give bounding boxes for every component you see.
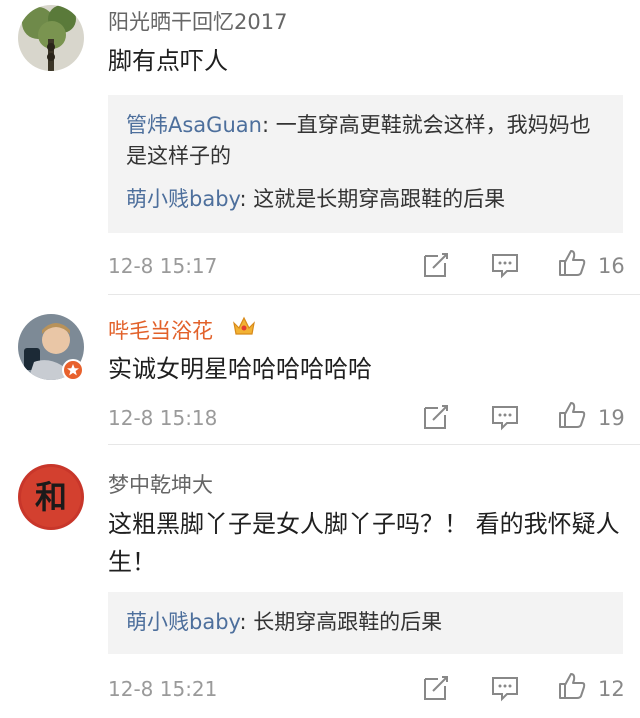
like-count: 19 bbox=[598, 406, 625, 430]
reply-username[interactable]: 萌小贱baby bbox=[126, 610, 239, 634]
reply-text: : 长期穿高跟鞋的后果 bbox=[239, 610, 443, 634]
username[interactable]: 哔毛当浴花 bbox=[108, 315, 213, 345]
like-icon[interactable] bbox=[557, 400, 587, 430]
repost-icon[interactable] bbox=[421, 402, 451, 432]
avatar-glyph: 和 bbox=[35, 478, 67, 516]
timestamp: 12-8 15:18 bbox=[108, 406, 218, 430]
username[interactable]: 阳光晒干回忆2017 bbox=[108, 6, 287, 36]
comment-icon[interactable] bbox=[490, 673, 520, 703]
comment-text: 这粗黑脚丫子是女人脚丫子吗？！ 看的我怀疑人生！ bbox=[108, 510, 620, 576]
repost-icon[interactable] bbox=[421, 673, 451, 703]
comment-item: 哔毛当浴花 实诚女明星哈哈哈哈哈哈 12-8 15:18 19 bbox=[0, 295, 640, 445]
reply-box[interactable]: 管炜AsaGuan: 一直穿高更鞋就会这样，我妈妈也是这样子的 萌小贱baby:… bbox=[108, 95, 623, 233]
reply-item[interactable]: 萌小贱baby: 长期穿高跟鞋的后果 bbox=[126, 607, 606, 638]
like-icon[interactable] bbox=[557, 671, 587, 701]
reply-item[interactable]: 管炜AsaGuan: 一直穿高更鞋就会这样，我妈妈也是这样子的 bbox=[126, 110, 606, 172]
timestamp: 12-8 15:21 bbox=[108, 677, 218, 701]
like-count: 16 bbox=[598, 254, 625, 278]
verified-badge-icon bbox=[62, 359, 84, 381]
comment-text: 实诚女明星哈哈哈哈哈哈 bbox=[108, 355, 372, 383]
reply-username[interactable]: 管炜AsaGuan bbox=[126, 113, 262, 137]
comment-icon[interactable] bbox=[490, 250, 520, 280]
comment-item: 阳光晒干回忆2017 脚有点吓人 管炜AsaGuan: 一直穿高更鞋就会这样，我… bbox=[0, 0, 640, 295]
username[interactable]: 梦中乾坤大 bbox=[108, 469, 213, 499]
reply-text: : 这就是长期穿高跟鞋的后果 bbox=[239, 187, 506, 211]
reply-username[interactable]: 萌小贱baby bbox=[126, 187, 239, 211]
avatar[interactable] bbox=[18, 5, 84, 71]
repost-icon[interactable] bbox=[421, 250, 451, 280]
crown-icon bbox=[233, 316, 255, 335]
comment-text: 脚有点吓人 bbox=[108, 47, 228, 75]
comment-item: 和 梦中乾坤大 这粗黑脚丫子是女人脚丫子吗？！ 看的我怀疑人生！ 萌小贱baby… bbox=[0, 445, 640, 718]
reply-item[interactable]: 萌小贱baby: 这就是长期穿高跟鞋的后果 bbox=[126, 184, 606, 215]
timestamp: 12-8 15:17 bbox=[108, 254, 218, 278]
comment-icon[interactable] bbox=[490, 402, 520, 432]
reply-box[interactable]: 萌小贱baby: 长期穿高跟鞋的后果 bbox=[108, 592, 623, 654]
like-icon[interactable] bbox=[557, 248, 587, 278]
like-count: 12 bbox=[598, 677, 625, 701]
avatar[interactable]: 和 bbox=[18, 464, 84, 530]
